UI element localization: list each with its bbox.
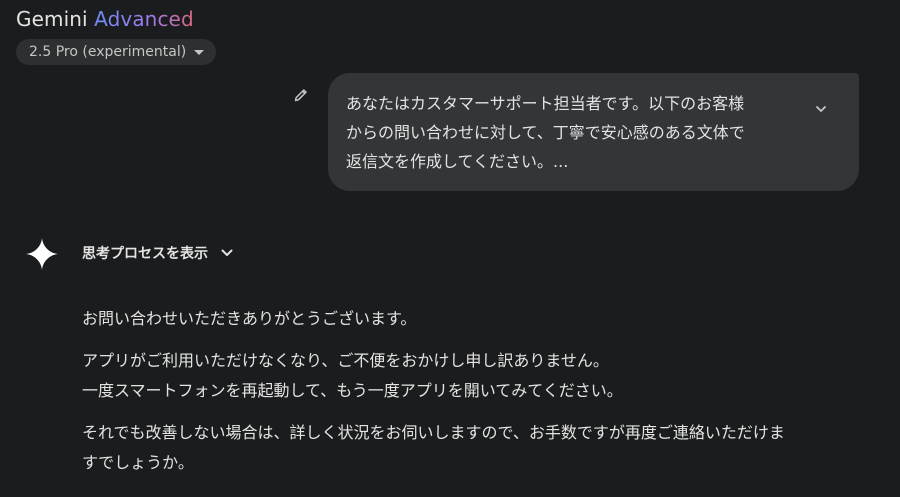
model-response: お問い合わせいただきありがとうございます。 アプリがご利用いただけなくなり、ご不…	[82, 304, 872, 490]
pencil-icon	[294, 89, 307, 102]
user-message-line: 返信文を作成してください。...	[346, 152, 569, 171]
user-message-line: からの問い合わせに対して、丁寧で安心感のある文体で	[346, 123, 745, 142]
gemini-sparkle-icon	[26, 238, 58, 270]
response-paragraph: お問い合わせいただきありがとうございます。	[82, 304, 872, 334]
show-thinking-toggle[interactable]: 思考プロセスを表示	[82, 241, 234, 265]
model-selector[interactable]: 2.5 Pro (experimental)	[16, 39, 217, 65]
response-paragraph: それでも改善しない場合は、詳しく状況をお伺いしますので、お手数ですが再度ご連絡い…	[82, 418, 872, 478]
user-message-line: あなたはカスタマーサポート担当者です。以下のお客様	[346, 94, 745, 113]
app-brand-name: Gemini	[16, 7, 88, 31]
response-line: すでしょうか。	[82, 453, 194, 472]
thinking-toggle-label: 思考プロセスを表示	[82, 246, 208, 262]
app-tier-label: Advanced	[94, 7, 194, 31]
response-line: 一度スマートフォンを再起動して、もう一度アプリを開いてみてください。	[82, 381, 623, 400]
app-title[interactable]: Gemini Advanced	[16, 6, 194, 32]
caret-down-icon	[194, 50, 205, 55]
chevron-down-icon	[221, 249, 233, 256]
response-line: お問い合わせいただきありがとうございます。	[82, 309, 417, 328]
response-line: アプリがご利用いただけなくなり、ご不便をおかけし申し訳ありません。	[82, 351, 609, 370]
edit-prompt-button[interactable]	[290, 84, 312, 106]
response-line: それでも改善しない場合は、詳しく状況をお伺いしますので、お手数ですが再度ご連絡い…	[82, 423, 785, 442]
response-paragraph: アプリがご利用いただけなくなり、ご不便をおかけし申し訳ありません。 一度スマート…	[82, 346, 872, 406]
model-selector-label: 2.5 Pro (experimental)	[29, 44, 187, 60]
expand-message-button[interactable]	[809, 97, 833, 121]
user-message-bubble: あなたはカスタマーサポート担当者です。以下のお客様 からの問い合わせに対して、丁…	[328, 73, 859, 191]
chevron-down-icon	[816, 106, 826, 112]
